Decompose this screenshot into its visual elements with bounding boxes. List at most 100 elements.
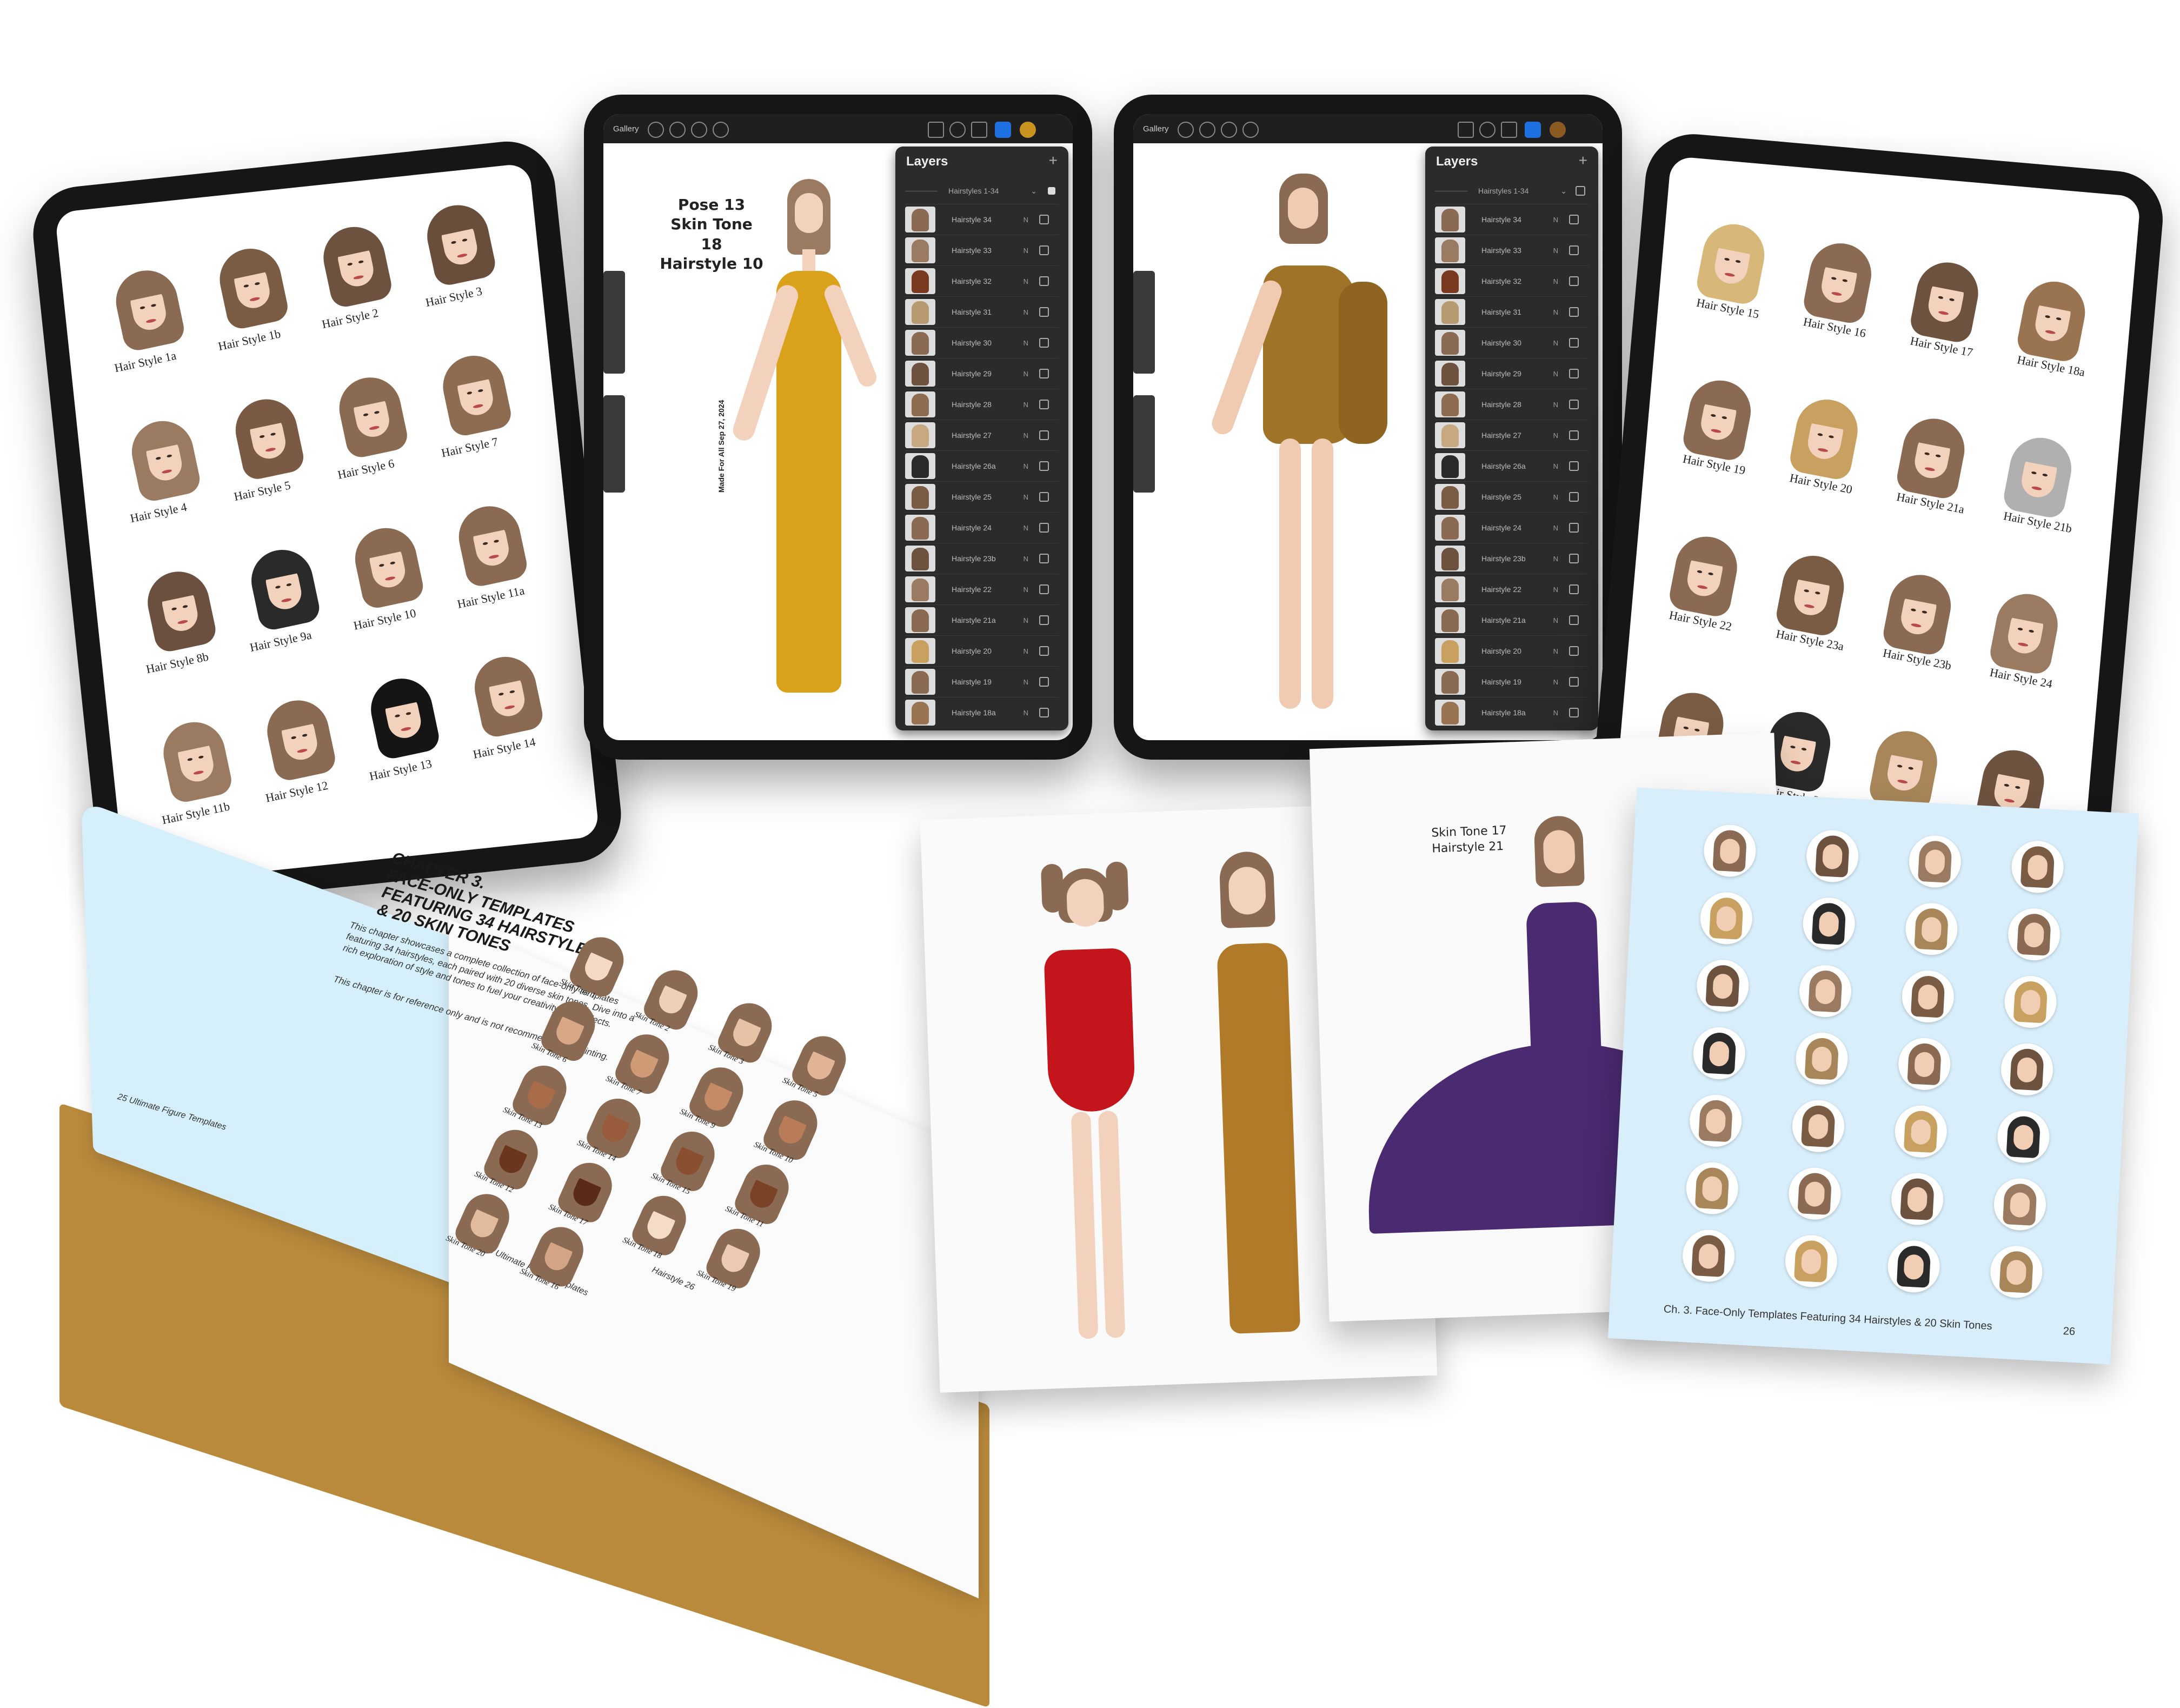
- layer-row[interactable]: Hairstyle 24 N: [905, 512, 1059, 543]
- blend-mode-label[interactable]: N: [1553, 339, 1558, 347]
- layer-row[interactable]: Hairstyle 19 N: [905, 666, 1059, 697]
- blend-mode-label[interactable]: N: [1023, 339, 1028, 347]
- blend-mode-label[interactable]: N: [1023, 524, 1028, 532]
- blend-mode-label[interactable]: N: [1023, 431, 1028, 440]
- layer-visibility-checkbox[interactable]: [1569, 492, 1579, 502]
- blend-mode-label[interactable]: N: [1553, 555, 1558, 563]
- eraser-icon[interactable]: [1501, 122, 1517, 138]
- layer-visibility-checkbox[interactable]: [1039, 584, 1049, 594]
- brush-icon[interactable]: [1458, 122, 1474, 138]
- blend-mode-label[interactable]: N: [1553, 493, 1558, 501]
- layer-visibility-checkbox[interactable]: [1039, 369, 1049, 378]
- layer-row[interactable]: Hairstyle 27 N: [1435, 420, 1589, 450]
- smudge-icon[interactable]: [1479, 122, 1496, 138]
- color-picker-icon[interactable]: [1020, 122, 1036, 138]
- transform-icon[interactable]: [1242, 122, 1259, 138]
- layer-visibility-checkbox[interactable]: [1039, 245, 1049, 255]
- add-layer-icon[interactable]: +: [1579, 152, 1587, 169]
- layer-row[interactable]: Hairstyle 30 N: [1435, 327, 1589, 358]
- blend-mode-label[interactable]: N: [1553, 462, 1558, 470]
- layer-visibility-checkbox[interactable]: [1569, 523, 1579, 533]
- opacity-slider[interactable]: [603, 395, 625, 493]
- layer-visibility-checkbox[interactable]: [1569, 461, 1579, 471]
- opacity-slider[interactable]: [1133, 395, 1155, 493]
- layer-visibility-checkbox[interactable]: [1039, 554, 1049, 563]
- layer-row[interactable]: Hairstyle 30 N: [905, 327, 1059, 358]
- blend-mode-label[interactable]: N: [1553, 308, 1558, 316]
- layer-row[interactable]: Hairstyle 32 N: [1435, 265, 1589, 296]
- layer-visibility-checkbox[interactable]: [1039, 276, 1049, 286]
- blend-mode-label[interactable]: N: [1023, 370, 1028, 378]
- layer-visibility-checkbox[interactable]: [1569, 307, 1579, 317]
- layer-visibility-checkbox[interactable]: [1039, 523, 1049, 533]
- wrench-icon[interactable]: [1178, 122, 1194, 138]
- layers-icon[interactable]: [1525, 122, 1541, 138]
- gallery-button[interactable]: Gallery: [613, 124, 639, 134]
- blend-mode-label[interactable]: N: [1023, 277, 1028, 285]
- layer-row[interactable]: Hairstyle 22 N: [1435, 574, 1589, 604]
- blend-mode-label[interactable]: N: [1023, 586, 1028, 594]
- layer-visibility-checkbox[interactable]: [1039, 307, 1049, 317]
- gallery-button[interactable]: Gallery: [1143, 124, 1169, 134]
- collapse-chevron-icon[interactable]: ⌄: [1560, 187, 1567, 196]
- layer-row[interactable]: Hairstyle 33 N: [1435, 235, 1589, 265]
- layer-visibility-checkbox[interactable]: [1569, 554, 1579, 563]
- layer-row[interactable]: Hairstyle 23b N: [905, 543, 1059, 574]
- layer-row[interactable]: Hairstyle 29 N: [1435, 358, 1589, 389]
- blend-mode-label[interactable]: N: [1553, 370, 1558, 378]
- blend-mode-label[interactable]: N: [1553, 647, 1558, 655]
- layer-row[interactable]: Hairstyle 25 N: [1435, 481, 1589, 512]
- collapse-chevron-icon[interactable]: ⌄: [1031, 187, 1037, 196]
- layer-visibility-checkbox[interactable]: [1569, 369, 1579, 378]
- layer-row[interactable]: Hairstyle 34 N: [1435, 204, 1589, 235]
- layer-row[interactable]: Hairstyle 29 N: [905, 358, 1059, 389]
- group-visibility-checkbox[interactable]: [1576, 186, 1585, 196]
- selection-icon[interactable]: [691, 122, 707, 138]
- blend-mode-label[interactable]: N: [1553, 709, 1558, 717]
- blend-mode-label[interactable]: N: [1023, 647, 1028, 655]
- blend-mode-label[interactable]: N: [1023, 709, 1028, 717]
- layer-row[interactable]: Hairstyle 28 N: [1435, 389, 1589, 420]
- layer-visibility-checkbox[interactable]: [1039, 492, 1049, 502]
- layer-row[interactable]: Hairstyle 21a N: [1435, 604, 1589, 635]
- group-visibility-checkbox[interactable]: [1048, 187, 1055, 195]
- layer-visibility-checkbox[interactable]: [1039, 461, 1049, 471]
- layer-row[interactable]: Hairstyle 34 N: [905, 204, 1059, 235]
- brush-size-slider[interactable]: [603, 271, 625, 374]
- layer-row[interactable]: Hairstyle 21a N: [905, 604, 1059, 635]
- layer-row[interactable]: Hairstyle 27 N: [905, 420, 1059, 450]
- layers-panel[interactable]: Layers + Hairstyles 1-34 ⌄ Hairstyle 34 N…: [1425, 147, 1598, 730]
- brush-size-slider[interactable]: [1133, 271, 1155, 374]
- layer-row[interactable]: Hairstyle 26a N: [905, 450, 1059, 481]
- layer-visibility-checkbox[interactable]: [1039, 400, 1049, 409]
- blend-mode-label[interactable]: N: [1023, 616, 1028, 624]
- layer-visibility-checkbox[interactable]: [1569, 677, 1579, 687]
- layer-row[interactable]: Hairstyle 25 N: [905, 481, 1059, 512]
- layer-visibility-checkbox[interactable]: [1569, 615, 1579, 625]
- layer-visibility-checkbox[interactable]: [1039, 708, 1049, 717]
- layer-visibility-checkbox[interactable]: [1039, 646, 1049, 656]
- layer-visibility-checkbox[interactable]: [1039, 615, 1049, 625]
- blend-mode-label[interactable]: N: [1023, 247, 1028, 255]
- selection-icon[interactable]: [1221, 122, 1237, 138]
- blend-mode-label[interactable]: N: [1553, 216, 1558, 224]
- layer-row[interactable]: Hairstyle 18a N: [905, 697, 1059, 728]
- magic-wand-icon[interactable]: [669, 122, 686, 138]
- blend-mode-label[interactable]: N: [1023, 493, 1028, 501]
- layer-row[interactable]: Hairstyle 23b N: [1435, 543, 1589, 574]
- layer-row[interactable]: Hairstyle 20 N: [1435, 635, 1589, 666]
- layer-visibility-checkbox[interactable]: [1039, 430, 1049, 440]
- layer-row[interactable]: Hairstyle 24 N: [1435, 512, 1589, 543]
- blend-mode-label[interactable]: N: [1553, 431, 1558, 440]
- blend-mode-label[interactable]: N: [1553, 247, 1558, 255]
- blend-mode-label[interactable]: N: [1553, 277, 1558, 285]
- layer-visibility-checkbox[interactable]: [1569, 400, 1579, 409]
- layer-visibility-checkbox[interactable]: [1039, 338, 1049, 348]
- blend-mode-label[interactable]: N: [1023, 462, 1028, 470]
- layer-row[interactable]: Hairstyle 20 N: [905, 635, 1059, 666]
- layer-row[interactable]: Hairstyle 26a N: [1435, 450, 1589, 481]
- layer-row[interactable]: Hairstyle 31 N: [1435, 296, 1589, 327]
- wrench-icon[interactable]: [648, 122, 664, 138]
- layers-panel[interactable]: Layers + Hairstyles 1-34 ⌄ Hairstyle 34 N…: [895, 147, 1068, 730]
- color-picker-icon[interactable]: [1550, 122, 1566, 138]
